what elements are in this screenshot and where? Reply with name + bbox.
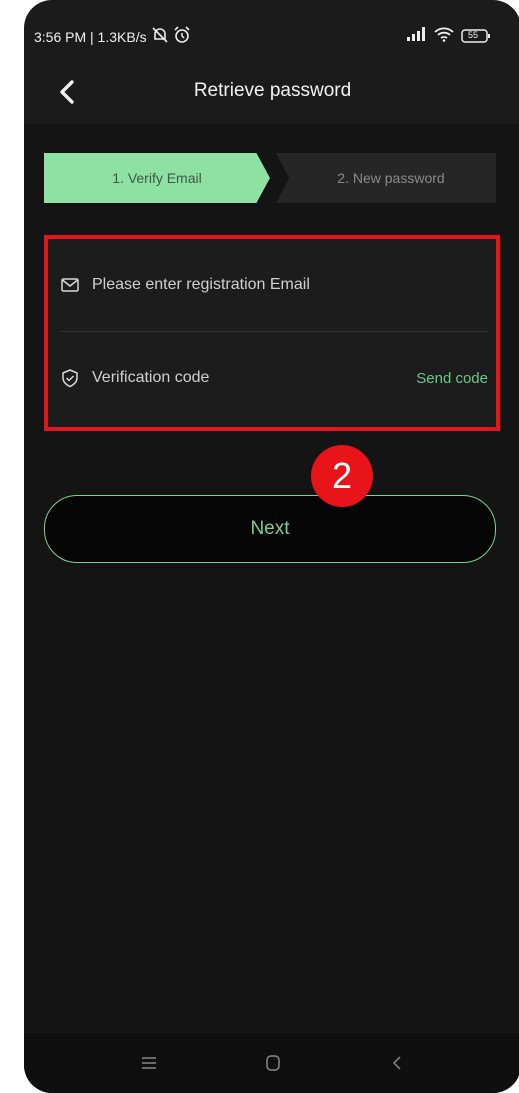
- back-icon[interactable]: [383, 1049, 411, 1077]
- send-code-button[interactable]: Send code: [416, 370, 488, 387]
- shield-check-icon: [62, 369, 78, 388]
- status-bar: 3:56 PM | 1.3KB/s 55: [24, 0, 519, 62]
- status-time-speed: 3:56 PM | 1.3KB/s: [34, 28, 147, 45]
- envelope-icon: [61, 278, 79, 292]
- battery-icon: 55: [461, 28, 491, 44]
- phone-screen: 3:56 PM | 1.3KB/s 55 Retrieve password 1…: [24, 0, 519, 1093]
- step-indicator: 1. Verify Email 2. New password: [44, 153, 496, 203]
- verification-code-field[interactable]: [92, 369, 417, 387]
- email-field[interactable]: [92, 276, 488, 294]
- status-right: 55: [405, 26, 491, 45]
- next-button[interactable]: Next: [44, 495, 496, 563]
- step-new-password: 2. New password: [276, 153, 496, 203]
- verify-form: Send code: [44, 235, 500, 431]
- menu-icon[interactable]: [135, 1049, 163, 1077]
- step-verify-email: 1. Verify Email: [44, 153, 270, 203]
- signal-icon: [405, 26, 427, 45]
- page-title: Retrieve password: [193, 80, 352, 101]
- battery-level: 55: [468, 29, 479, 40]
- annotation-badge: 2: [311, 445, 373, 507]
- system-nav-bar: [24, 1033, 519, 1093]
- app-bar: Retrieve password: [24, 62, 519, 124]
- wifi-icon: [433, 26, 455, 45]
- code-row: Send code: [60, 332, 488, 424]
- email-row: [60, 239, 488, 332]
- status-left: 3:56 PM | 1.3KB/s: [34, 26, 191, 47]
- main-content: 1. Verify Email 2. New password Send cod…: [24, 124, 519, 1033]
- alarm-icon: [173, 26, 191, 47]
- mute-icon: [151, 27, 169, 46]
- home-icon[interactable]: [259, 1049, 287, 1077]
